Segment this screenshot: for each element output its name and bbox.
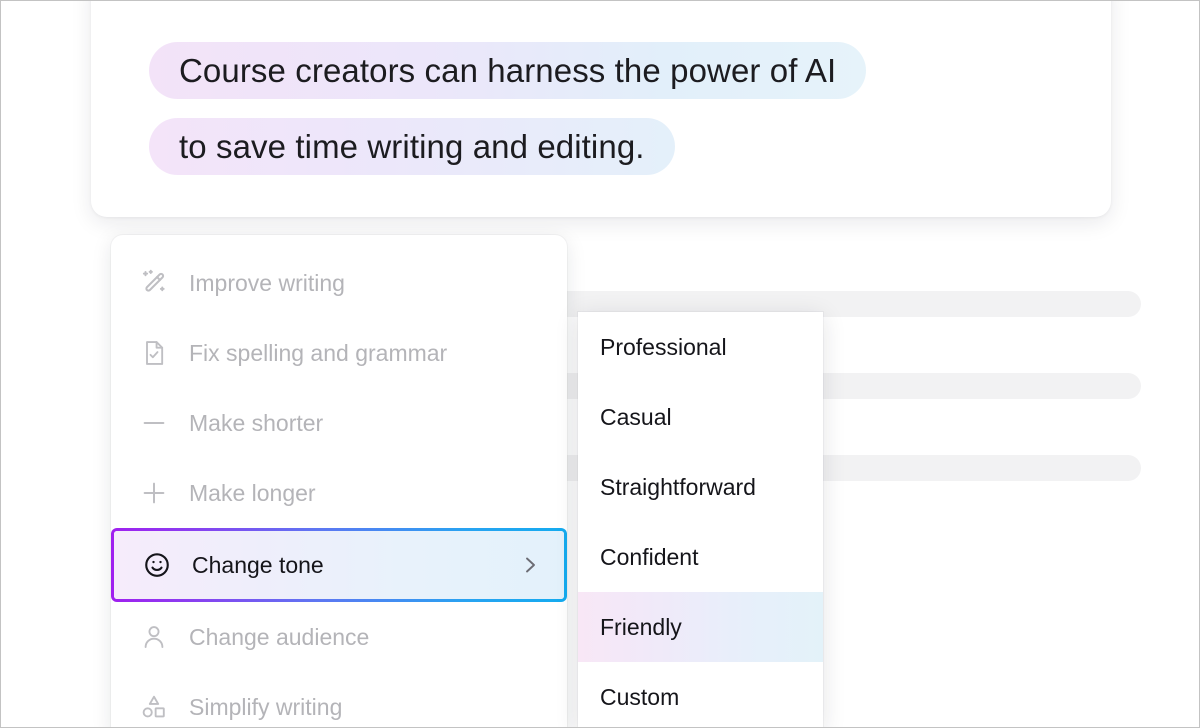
chevron-right-icon[interactable] — [518, 553, 542, 577]
editor-card: Course creators can harness the power of… — [91, 0, 1111, 217]
tone-option-straightforward[interactable]: Straightforward — [578, 452, 823, 522]
highlighted-text-line-1[interactable]: Course creators can harness the power of… — [149, 42, 866, 99]
menu-item-change-tone[interactable]: Change tone — [111, 528, 567, 602]
menu-item-improve-writing[interactable]: Improve writing — [111, 248, 567, 318]
tone-option-label: Straightforward — [600, 474, 756, 501]
shapes-icon — [137, 690, 171, 724]
menu-item-simplify-writing[interactable]: Simplify writing — [111, 672, 567, 728]
menu-item-label: Fix spelling and grammar — [189, 340, 545, 367]
tone-option-professional[interactable]: Professional — [578, 312, 823, 382]
tone-option-confident[interactable]: Confident — [578, 522, 823, 592]
tone-option-label: Casual — [600, 404, 672, 431]
tone-option-casual[interactable]: Casual — [578, 382, 823, 452]
menu-item-fix-spelling-and-grammar[interactable]: Fix spelling and grammar — [111, 318, 567, 388]
magic-wand-icon — [137, 266, 171, 300]
change-tone-submenu: Professional Casual Straightforward Conf… — [578, 312, 823, 728]
tone-option-label: Friendly — [600, 614, 682, 641]
tone-option-custom[interactable]: Custom — [578, 662, 823, 728]
person-icon — [137, 620, 171, 654]
tone-option-label: Professional — [600, 334, 727, 361]
menu-item-label: Change audience — [189, 624, 545, 651]
menu-item-change-audience[interactable]: Change audience — [111, 602, 567, 672]
menu-item-label: Simplify writing — [189, 694, 545, 721]
tone-option-friendly[interactable]: Friendly — [578, 592, 823, 662]
app-frame: Course creators can harness the power of… — [0, 0, 1200, 728]
menu-item-make-shorter[interactable]: Make shorter — [111, 388, 567, 458]
menu-item-label: Make longer — [189, 480, 545, 507]
menu-item-make-longer[interactable]: Make longer — [111, 458, 567, 528]
ai-actions-menu: Improve writing Fix spelling and grammar… — [111, 235, 567, 728]
document-check-icon — [137, 336, 171, 370]
highlighted-text-line-2[interactable]: to save time writing and editing. — [149, 118, 675, 175]
plus-icon — [137, 476, 171, 510]
menu-item-label: Change tone — [192, 552, 518, 579]
menu-item-label: Improve writing — [189, 270, 545, 297]
smiley-icon — [140, 548, 174, 582]
menu-item-label: Make shorter — [189, 410, 545, 437]
tone-option-label: Custom — [600, 684, 679, 711]
tone-option-label: Confident — [600, 544, 698, 571]
minus-icon — [137, 406, 171, 440]
